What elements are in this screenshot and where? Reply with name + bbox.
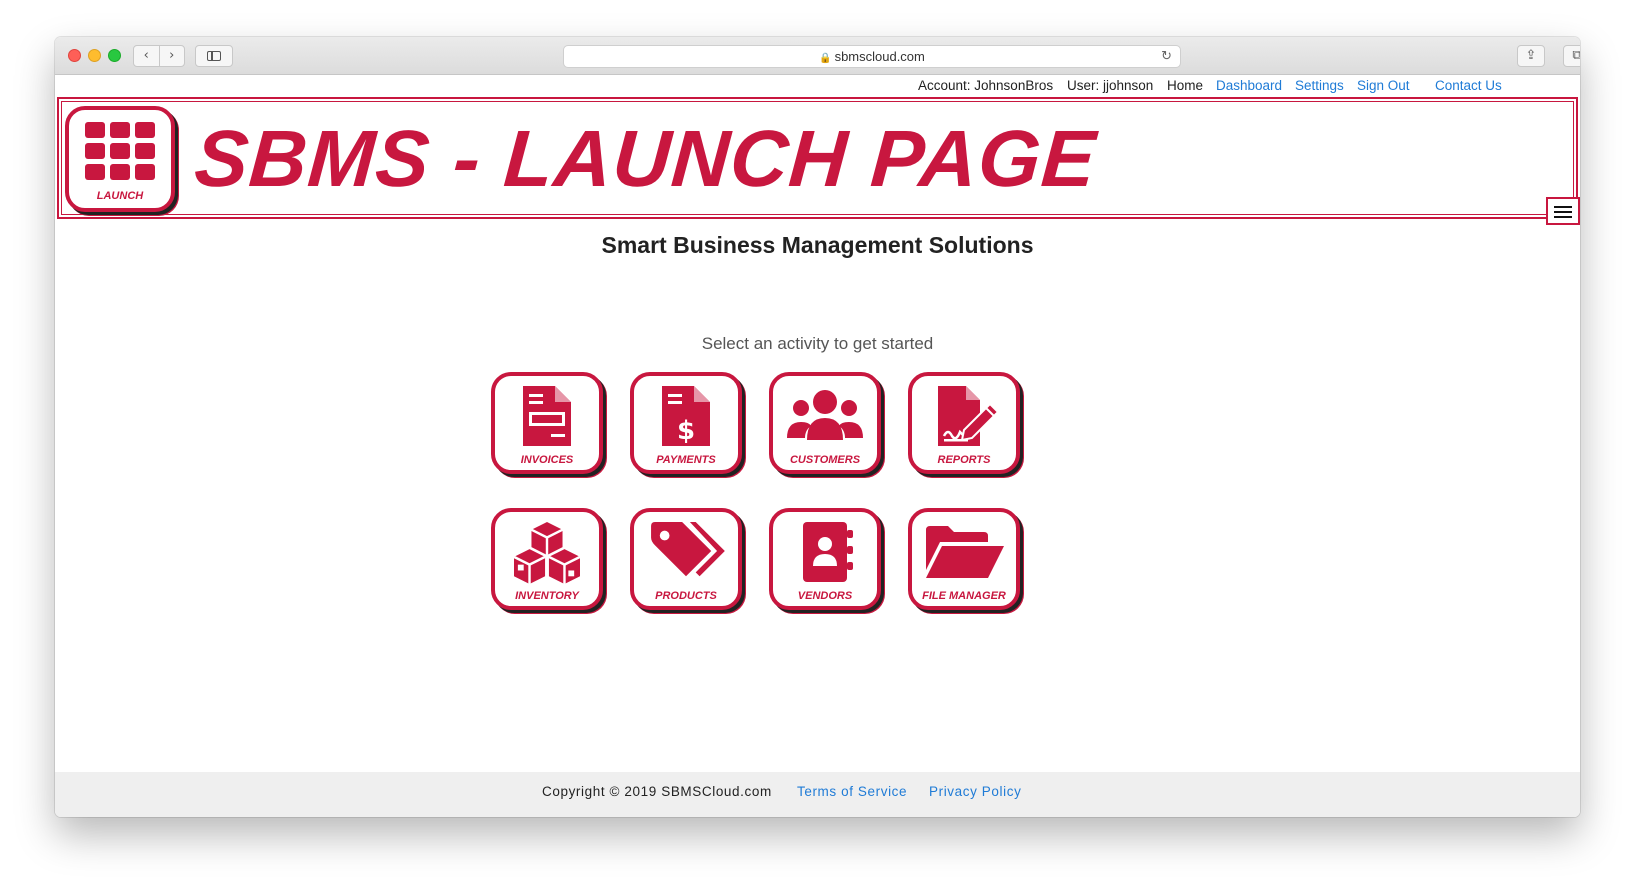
share-icon: ⇪ — [1525, 48, 1537, 63]
sidebar-icon — [207, 51, 221, 61]
user-bar: Account: JohnsonBros User: jjohnson Home… — [55, 75, 1580, 97]
lock-icon: 🔒 — [819, 53, 832, 64]
copyright-text: Copyright © 2019 SBMSCloud.com — [542, 784, 772, 799]
tile-products[interactable]: PRODUCTS — [630, 508, 742, 610]
tile-label: INVOICES — [520, 454, 574, 466]
address-book-icon — [803, 522, 853, 582]
settings-link[interactable]: Settings — [1295, 78, 1344, 93]
page-banner: LAUNCH SBMS - LAUNCH PAGE — [57, 97, 1578, 219]
terms-of-service-link[interactable]: Terms of Service — [797, 784, 907, 799]
tile-label: REPORTS — [937, 454, 991, 466]
user-label: User: jjohnson — [1067, 78, 1154, 93]
tile-label: VENDORS — [797, 590, 853, 602]
tile-label: FILE MANAGER — [922, 590, 1006, 602]
browser-window: ‹ › 🔒sbmscloud.com ↻ ⇪ ⧉ + Account: John… — [55, 37, 1580, 817]
launch-label: LAUNCH — [96, 190, 144, 202]
tile-reports[interactable]: REPORTS — [908, 372, 1020, 474]
sign-out-link[interactable]: Sign Out — [1357, 78, 1410, 93]
share-button[interactable]: ⇪ — [1517, 45, 1545, 67]
forward-button[interactable]: › — [160, 46, 185, 66]
tile-label: CUSTOMERS — [789, 454, 861, 466]
account-label: Account: JohnsonBros — [918, 78, 1054, 93]
tile-label: PRODUCTS — [655, 590, 717, 602]
zoom-window-button[interactable] — [108, 49, 121, 62]
sidebar-toggle-button[interactable] — [195, 45, 233, 67]
tile-inventory[interactable]: INVENTORY — [491, 508, 603, 610]
tags-icon — [651, 521, 725, 577]
activity-prompt: Select an activity to get started — [701, 334, 934, 353]
minimize-window-button[interactable] — [88, 49, 101, 62]
tile-label: PAYMENTS — [656, 454, 716, 466]
home-link[interactable]: Home — [1167, 78, 1203, 93]
inventory-icon — [513, 521, 581, 585]
svg-text:$: $ — [677, 416, 695, 446]
privacy-policy-link[interactable]: Privacy Policy — [929, 784, 1021, 799]
tile-vendors[interactable]: VENDORS — [769, 508, 881, 610]
close-window-button[interactable] — [68, 49, 81, 62]
tile-file-manager[interactable]: FILE MANAGER — [908, 508, 1020, 610]
tile-label: INVENTORY — [515, 590, 579, 602]
page-footer: Copyright © 2019 SBMSCloud.com Terms of … — [55, 772, 1580, 817]
show-tabs-button[interactable]: ⧉ — [1563, 45, 1580, 67]
grid-icon — [85, 122, 155, 180]
customers-icon — [787, 390, 863, 440]
tabs-icon: ⧉ — [1572, 48, 1580, 63]
launch-button[interactable]: LAUNCH — [65, 106, 175, 212]
page-title: SBMS - LAUNCH PAGE — [191, 114, 1100, 203]
reload-icon[interactable]: ↻ — [1161, 46, 1172, 67]
dashboard-link[interactable]: Dashboard — [1216, 78, 1282, 93]
contact-us-link[interactable]: Contact Us — [1435, 78, 1502, 93]
back-button[interactable]: ‹ — [134, 46, 160, 66]
hamburger-menu-button[interactable] — [1546, 197, 1580, 225]
invoice-icon — [523, 386, 571, 446]
tile-payments[interactable]: $ PAYMENTS — [630, 372, 742, 474]
tile-invoices[interactable]: INVOICES — [491, 372, 603, 474]
browser-toolbar: ‹ › 🔒 sbmscloud.com ↻ ⇪ ⧉ — [55, 37, 1580, 75]
url-text: sbmscloud.com — [834, 49, 925, 64]
tile-customers[interactable]: CUSTOMERS — [769, 372, 881, 474]
page-subtitle: Smart Business Management Solutions — [601, 232, 1034, 258]
payment-icon: $ — [662, 386, 710, 446]
history-nav: ‹ › — [133, 45, 185, 67]
report-icon — [938, 386, 1000, 446]
address-bar[interactable]: 🔒 sbmscloud.com ↻ — [563, 45, 1181, 68]
folder-open-icon — [926, 526, 1004, 578]
